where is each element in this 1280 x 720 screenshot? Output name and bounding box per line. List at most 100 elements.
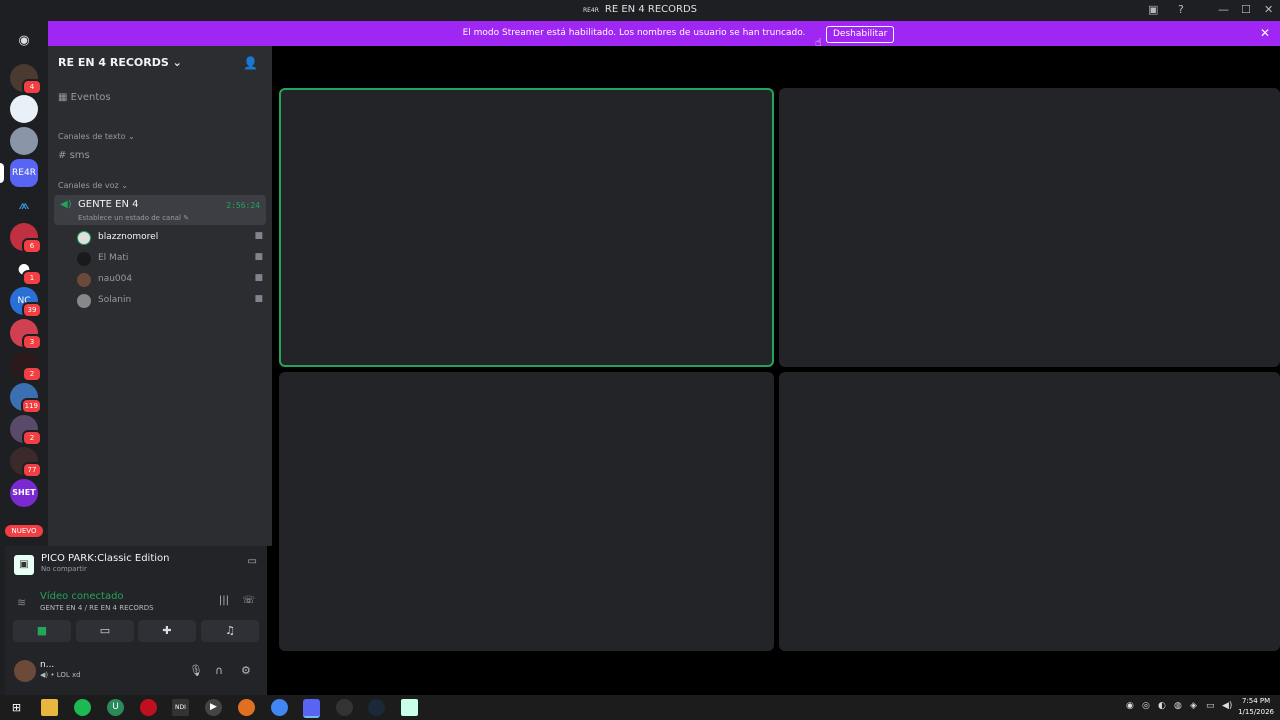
inbox-icon[interactable]: ▣ [1148, 3, 1158, 16]
channel-sms-label: sms [69, 150, 90, 161]
video-tile-speaking[interactable] [279, 88, 774, 367]
hash-icon: # [58, 150, 67, 161]
voice-connected-channel[interactable]: GENTE EN 4 / RE EN 4 RECORDS [40, 604, 154, 612]
camera-icon: ■ [254, 231, 263, 241]
invite-people-icon[interactable]: 👤 [243, 56, 258, 70]
voice-member[interactable]: blazznomorel ■ [77, 229, 263, 247]
video-tile[interactable] [279, 372, 774, 651]
server-name-header[interactable]: RE EN 4 RECORDS ⌄ [58, 56, 182, 69]
camera-button[interactable]: ■ [13, 620, 71, 642]
tray-discord-icon[interactable]: ◈ [1190, 701, 1197, 711]
share-screen-button[interactable]: ▭ [76, 620, 134, 642]
maximize-icon[interactable]: ☐ [1241, 3, 1251, 16]
file-explorer-icon[interactable] [41, 699, 58, 716]
app-red-icon[interactable] [140, 699, 157, 716]
user-name: n... [40, 660, 55, 670]
banner-message: El modo Streamer está habilitado. Los no… [462, 28, 806, 38]
disconnect-icon[interactable]: ☏ [242, 595, 255, 606]
server-icon-3[interactable] [10, 127, 38, 155]
server-icon-7[interactable]: ● 1 [10, 255, 42, 286]
screen-share-icon[interactable]: ▭ [248, 556, 257, 567]
voice-channel-gente-en-4[interactable]: ◀) GENTE EN 4 Establece un estado de can… [54, 195, 266, 225]
events-item[interactable]: ▦ Eventos [58, 92, 111, 103]
camera-icon: ■ [36, 624, 48, 637]
user-status-text: LOL xd [56, 671, 81, 679]
server-icon-nc[interactable]: NC 39 [10, 287, 42, 318]
app-u-icon[interactable]: U [107, 699, 124, 716]
server-icon-9[interactable]: 3 [10, 319, 42, 350]
banner-close-icon[interactable]: ✕ [1260, 26, 1270, 40]
tray-app-icon[interactable]: ◐ [1158, 701, 1166, 711]
minimize-icon[interactable]: — [1218, 3, 1229, 16]
clock-time: 7:54 PM [1241, 697, 1271, 705]
help-icon[interactable]: ? [1178, 3, 1184, 16]
voice-connected-title[interactable]: Vídeo conectado [40, 591, 124, 602]
steam-icon[interactable] [368, 699, 385, 716]
member-name: nau004 [98, 274, 133, 284]
activities-button[interactable]: ✚ [138, 620, 196, 642]
mention-badge: 2 [22, 366, 42, 382]
close-window-icon[interactable]: ✕ [1264, 3, 1273, 16]
chrome-icon[interactable] [271, 699, 288, 716]
spotify-icon[interactable] [74, 699, 91, 716]
microphone-icon[interactable]: 🎙 [189, 664, 203, 677]
network-icon[interactable]: ▭ [1206, 701, 1215, 711]
headphones-icon[interactable]: ∩ [215, 664, 223, 677]
server-icon-shet[interactable]: SHET [10, 479, 38, 507]
volume-icon[interactable]: ◀) [1222, 701, 1232, 711]
media-player-icon[interactable]: ▶ [205, 699, 222, 716]
tray-app-icon[interactable]: ◎ [1142, 701, 1150, 711]
server-icon-11[interactable]: 119 [10, 383, 42, 414]
events-label: Eventos [70, 92, 111, 103]
server-icon-12[interactable]: 2 [10, 415, 42, 446]
channel-sms[interactable]: # sms [58, 150, 90, 161]
chevron-down-icon: ⌄ [121, 181, 128, 190]
noise-suppression-icon[interactable]: ||| [219, 595, 229, 606]
video-tile[interactable] [779, 372, 1280, 651]
mention-badge: 2 [22, 430, 42, 446]
server-icon-re4r[interactable]: RE4R [0, 159, 38, 187]
settings-gear-icon[interactable]: ⚙ [241, 664, 251, 677]
server-icon-1[interactable]: 4 [10, 64, 42, 95]
discord-taskbar-icon[interactable] [303, 699, 320, 718]
app-orange-icon[interactable] [238, 699, 255, 716]
mention-badge: 39 [22, 302, 42, 318]
system-clock[interactable]: 7:54 PM 1/15/2026 [1238, 696, 1274, 718]
video-tile[interactable] [779, 88, 1280, 367]
chevron-down-icon: ⌄ [128, 132, 135, 141]
avatar [77, 231, 91, 245]
disable-streamer-button[interactable]: Deshabilitar [826, 26, 895, 43]
tray-app-icon[interactable]: ◉ [1126, 701, 1134, 711]
server-icon-6[interactable]: 6 [10, 223, 42, 254]
server-icon-5[interactable]: ⩕ [10, 191, 38, 219]
voice-member[interactable]: Solanin ■ [77, 292, 263, 310]
mention-badge: 6 [22, 238, 42, 254]
mention-badge: 119 [20, 398, 42, 414]
user-panel: ▣ PICO PARK:Classic Edition No compartir… [5, 546, 267, 695]
avatar[interactable] [14, 660, 36, 682]
voice-category[interactable]: Canales de voz ⌄ [58, 181, 128, 190]
server-icon-2[interactable] [10, 95, 38, 123]
avatar [77, 294, 91, 308]
tray-steam-icon[interactable]: ◍ [1174, 701, 1182, 711]
text-category[interactable]: Canales de texto ⌄ [58, 132, 135, 141]
discord-home-icon[interactable]: ◉ [10, 27, 38, 55]
voice-channel-status[interactable]: Establece un estado de canal ✎ [78, 214, 189, 222]
voice-member[interactable]: El Mati ■ [77, 250, 263, 268]
window-title: RE4R RE EN 4 RECORDS [0, 4, 1280, 15]
soundboard-button[interactable]: ♫ [201, 620, 259, 642]
obs-icon[interactable] [336, 699, 353, 716]
window-title-prefix: RE4R [582, 7, 599, 14]
server-icon-13[interactable]: 77 [10, 447, 42, 478]
voice-category-label: Canales de voz [58, 181, 119, 190]
pico-park-icon[interactable] [401, 699, 418, 716]
pencil-icon: ✎ [183, 214, 190, 222]
ndi-icon[interactable]: NDI [172, 699, 189, 716]
streamer-mode-banner: El modo Streamer está habilitado. Los no… [48, 21, 1280, 46]
voice-member[interactable]: nau004 ■ [77, 271, 263, 289]
new-badge: NUEVO [5, 525, 43, 537]
server-icon-10[interactable]: 2 [10, 351, 42, 382]
screen-share-icon: ▭ [99, 624, 111, 637]
window-title-text: RE EN 4 RECORDS [604, 4, 698, 15]
windows-start-icon[interactable]: ⊞ [8, 699, 25, 716]
